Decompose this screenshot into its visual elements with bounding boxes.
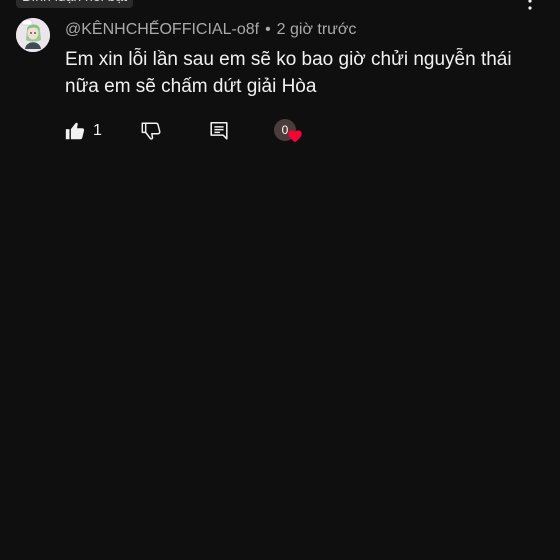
avatar-image: [16, 18, 50, 52]
comment-text: Em xin lỗi lần sau em sẽ ko bao giờ chửi…: [65, 49, 512, 97]
more-vertical-icon: [528, 0, 532, 10]
reply-comment-icon: [210, 121, 228, 140]
comment-actions: 1: [16, 118, 316, 144]
reply-button[interactable]: [208, 118, 230, 144]
meta-separator: •: [265, 21, 271, 38]
author-handle[interactable]: @KÊNHCHẾOFFICIAL-o8f: [65, 21, 259, 38]
creator-heart-badge: 0: [274, 118, 306, 148]
like-button[interactable]: 1: [64, 118, 102, 144]
thumbs-up-icon: [65, 122, 85, 140]
more-options-button[interactable]: [526, 0, 534, 10]
dislike-button[interactable]: [140, 118, 162, 144]
top-comment-chip[interactable]: Bình luận nổi bật: [16, 0, 134, 8]
thumbs-down-icon: [141, 122, 161, 140]
like-count: 1: [93, 122, 102, 139]
comment-timestamp[interactable]: 2 giờ trước: [277, 21, 357, 38]
comment-meta: @KÊNHCHẾOFFICIAL-o8f • 2 giờ trước: [65, 18, 536, 42]
author-avatar[interactable]: [16, 18, 50, 52]
heart-icon: [288, 130, 302, 143]
comment-body: @KÊNHCHẾOFFICIAL-o8f • 2 giờ trước Em xin …: [65, 18, 536, 100]
